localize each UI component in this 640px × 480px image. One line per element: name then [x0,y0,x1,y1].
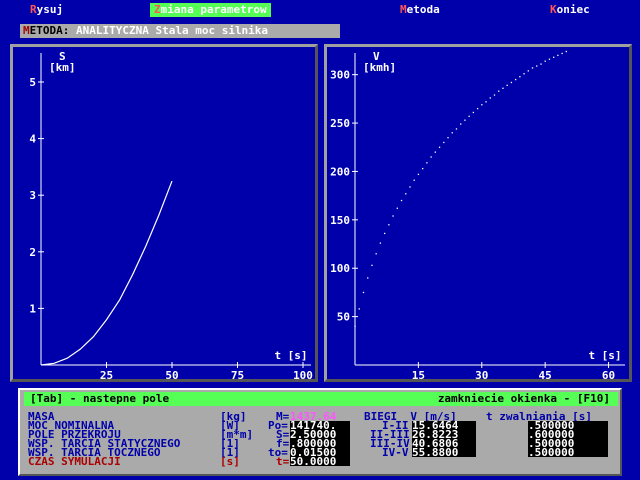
velocity-point [379,242,382,244]
y-axis-unit: [kmh] [363,61,396,74]
velocity-point [447,136,449,139]
gear-speed-input[interactable]: 55.8800 [412,447,476,458]
x-tick-label: 25 [100,369,113,379]
velocity-point [400,199,403,202]
x-tick-label: 60 [602,369,615,379]
velocity-point [443,141,445,144]
velocity-point [523,73,525,75]
velocity-point [544,60,546,62]
velocity-point [557,54,559,57]
velocity-point [375,253,377,255]
velocity-point [392,215,394,217]
velocity-point [472,111,475,114]
velocity-point [362,291,365,294]
velocity-point [489,97,491,99]
y-tick-label: 50 [337,311,350,324]
velocity-point [455,128,458,130]
x-tick-label: 50 [165,369,178,379]
velocity-point [451,132,453,134]
velocity-point [502,87,504,89]
velocity-point [354,325,356,327]
param-symbol-sim-time: t= [276,455,290,468]
velocity-point [417,173,420,176]
velocity-point [485,101,487,103]
velocity-point [396,207,398,209]
velocity-point [553,56,555,58]
x-tick-label: 100 [293,369,313,379]
velocity-point [476,107,479,110]
velocity-point [430,156,432,158]
x-tick-label: 15 [412,369,425,379]
parameters-panel: [Tab] - nastepne pole zamkniecie okienka… [18,388,622,476]
velocity-point [519,76,521,78]
param-input-sim-time[interactable]: 50.0000 [290,456,350,467]
velocity-point [561,52,563,55]
velocity-point [506,84,508,87]
y-tick-label: 250 [330,117,350,130]
distance-chart-svg: 1234525 50 75 100S[km]t [s] [29,50,313,379]
velocity-point [514,78,517,81]
velocity-point [383,232,386,235]
menu-bar: Rysuj Zmiana parametrow Metoda Koniec [0,0,640,20]
velocity-point [540,63,542,65]
velocity-point [565,50,567,53]
velocity-point [536,65,538,67]
velocity-point [434,151,436,153]
y-tick-label: 200 [330,165,350,178]
distance-chart: 1 2 3 4 5 25 50 75 100 S [km] t [s] [10,44,318,382]
velocity-point [426,162,428,164]
velocity-point [367,277,369,279]
x-tick-label: 45 [539,369,552,379]
velocity-point [468,115,470,117]
panel-header: [Tab] - nastepne pole zamkniecie okienka… [24,392,618,406]
velocity-point [464,119,466,121]
menu-item-metoda[interactable]: Metoda [396,3,444,17]
distance-series-line [40,180,173,366]
velocity-point [413,179,415,181]
gear-slowdown-input[interactable]: .500000 [528,447,608,458]
y-tick-label: 100 [330,262,350,275]
y-axis-unit: [km] [49,61,76,74]
velocity-point [493,94,496,96]
velocity-point [409,186,411,188]
y-tick-label: 300 [330,69,350,82]
velocity-point [460,123,462,125]
y-tick-label: 2 [29,246,36,259]
velocity-point [498,90,500,92]
y-tick-label: 150 [330,214,350,227]
param-label-sim-time: CZAS SYMULACJI [28,455,121,468]
velocity-chart-svg: 5010015020025030015 30 45 60V[kmh]t [s] [330,50,625,379]
velocity-point [422,167,424,170]
velocity-point [481,104,483,106]
y-tick-label: 4 [29,133,36,146]
velocity-point [405,193,407,195]
velocity-point [510,81,513,84]
x-axis-label: t [s] [588,349,621,362]
velocity-point [438,146,441,148]
velocity-chart: 50 100 150 200 250 300 15 30 45 60 V [kmh] t [s] [324,44,632,382]
menu-item-rysuj[interactable]: Rysuj [26,3,67,17]
next-field-hint: [Tab] - nastepne pole [30,392,170,405]
velocity-point [531,67,534,69]
velocity-point [358,308,360,310]
velocity-point [388,224,390,226]
method-status: METODA: ANALITYCZNA Stala moc silnika [20,24,340,38]
x-tick-label: 75 [231,369,244,379]
close-window-hint: zamkniecie okienka - [F10] [437,392,610,405]
velocity-point [527,70,529,72]
x-tick-label: 30 [475,369,488,379]
y-tick-label: 3 [29,189,36,202]
y-tick-label: 5 [29,76,36,89]
menu-item-zmiana-parametrow[interactable]: Zmiana parametrow [150,3,271,17]
x-axis-label: t [s] [274,349,307,362]
menu-item-koniec[interactable]: Koniec [546,3,594,17]
param-unit-sim-time: [s] [220,455,240,468]
y-tick-label: 1 [29,302,36,315]
velocity-point [371,264,373,267]
velocity-point [548,58,551,60]
